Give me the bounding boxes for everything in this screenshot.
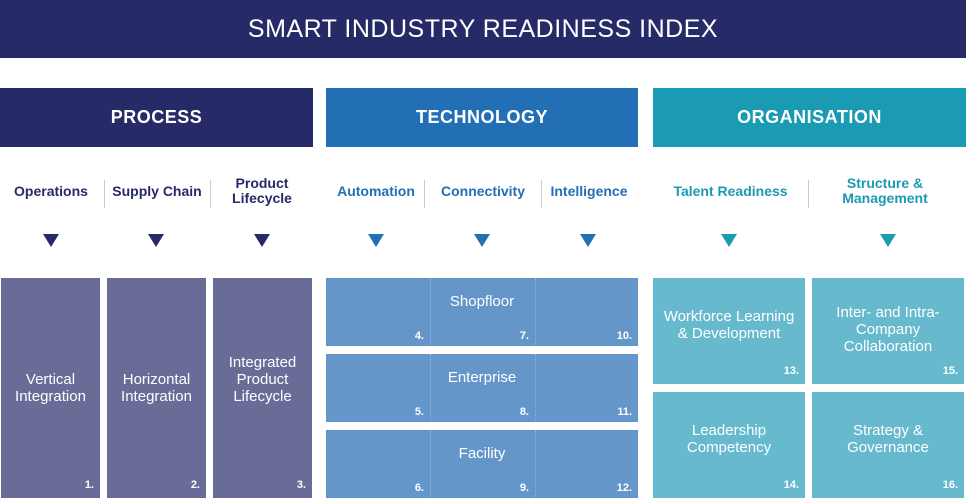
sub-structure-management: Structure & Management xyxy=(842,175,928,206)
sub-talent-readiness: Talent Readiness xyxy=(673,182,788,199)
technology-row-shopfloor: 4. 7. 10. Shopfloor xyxy=(326,278,638,346)
arrow-down-icon xyxy=(880,234,896,247)
divider xyxy=(808,180,809,208)
arrow-down-icon xyxy=(148,234,164,247)
dimension-box: Horizontal Integration 2. xyxy=(107,278,206,498)
dimension-number: 15. xyxy=(942,365,958,377)
technology-row-enterprise: 5. 8. 11. Enterprise xyxy=(326,354,638,422)
index-title: SMART INDUSTRY READINESS INDEX xyxy=(0,0,966,58)
dimension-number: 6. xyxy=(414,482,424,494)
divider xyxy=(424,180,425,208)
dimension-number: 5. xyxy=(414,406,424,418)
arrow-down-icon xyxy=(43,234,59,247)
sub-intelligence: Intelligence xyxy=(550,182,628,199)
dimension-number: 12. xyxy=(616,482,632,494)
row-label: Shopfloor xyxy=(449,292,515,310)
dimension-label: Workforce Learning & Development xyxy=(663,308,795,342)
divider xyxy=(210,180,211,208)
dimension-number: 2. xyxy=(190,479,200,491)
dimension-number: 1. xyxy=(84,479,94,491)
dimension-number: 8. xyxy=(519,406,529,418)
dimension-label: Strategy & Governance xyxy=(847,422,929,456)
dimension-number: 11. xyxy=(617,406,632,418)
dimension-number: 13. xyxy=(783,365,799,377)
dimension-label: Horizontal Integration xyxy=(121,371,192,405)
row-label: Facility xyxy=(458,444,506,462)
sub-operations: Operations xyxy=(14,182,88,199)
dimension-box: Workforce Learning & Development 13. xyxy=(653,278,805,384)
dimension-label: Vertical Integration xyxy=(15,371,86,405)
arrow-down-icon xyxy=(254,234,270,247)
arrow-down-icon xyxy=(580,234,596,247)
technology-row-facility: 6. 9. 12. Facility xyxy=(326,430,638,498)
dimension-label: Leadership Competency xyxy=(686,422,772,456)
dimension-label: Integrated Product Lifecycle xyxy=(228,353,297,405)
pillar-technology: TECHNOLOGY xyxy=(326,88,638,147)
dimension-number: 16. xyxy=(942,479,958,491)
sub-connectivity: Connectivity xyxy=(440,182,525,199)
dimension-box: Inter- and Intra-Company Collaboration 1… xyxy=(812,278,964,384)
pillar-process: PROCESS xyxy=(0,88,313,147)
dimension-number: 14. xyxy=(783,479,799,491)
sub-product-lifecycle: Product Lifecycle xyxy=(232,175,292,206)
divider xyxy=(104,180,105,208)
row-label: Enterprise xyxy=(447,368,517,386)
dimension-number: 9. xyxy=(519,482,529,494)
sub-automation: Automation xyxy=(337,182,415,199)
dimension-box: Strategy & Governance 16. xyxy=(812,392,964,498)
dimension-number: 10. xyxy=(616,330,632,342)
dimension-box: Leadership Competency 14. xyxy=(653,392,805,498)
dimension-number: 3. xyxy=(296,479,306,491)
divider xyxy=(541,180,542,208)
arrow-down-icon xyxy=(368,234,384,247)
dimension-label: Inter- and Intra-Company Collaboration xyxy=(836,303,940,355)
dimension-box: Integrated Product Lifecycle 3. xyxy=(213,278,312,498)
dimension-number: 4. xyxy=(414,330,424,342)
dimension-box: Vertical Integration 1. xyxy=(1,278,100,498)
dimension-number: 7. xyxy=(519,330,529,342)
arrow-down-icon xyxy=(474,234,490,247)
sub-supply-chain: Supply Chain xyxy=(112,182,202,199)
arrow-down-icon xyxy=(721,234,737,247)
pillar-organisation: ORGANISATION xyxy=(653,88,966,147)
